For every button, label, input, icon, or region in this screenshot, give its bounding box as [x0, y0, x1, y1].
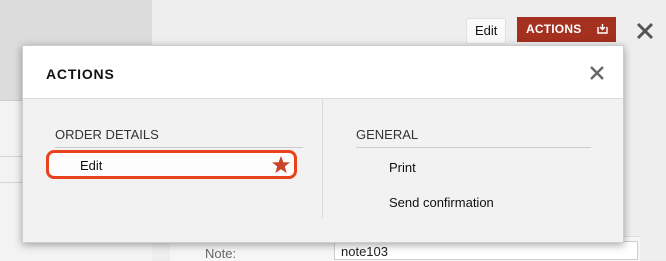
section-title-general: GENERAL	[356, 127, 419, 142]
actions-button-label: ACTIONS	[526, 22, 582, 36]
actions-button[interactable]: ACTIONS	[517, 17, 616, 42]
note-field[interactable]: note103	[334, 241, 638, 260]
close-icon[interactable]	[589, 65, 605, 81]
menu-item-print[interactable]: Print	[389, 160, 416, 175]
column-divider	[322, 98, 323, 218]
menu-item-label: Edit	[80, 158, 103, 173]
dialog-header: ACTIONS	[23, 46, 623, 99]
dialog-title: ACTIONS	[46, 66, 115, 82]
section-rule	[55, 147, 303, 148]
actions-dialog: ACTIONS ORDER DETAILS Edit GENERAL Print…	[22, 45, 624, 243]
menu-item-send-confirmation[interactable]: Send confirmation	[389, 195, 494, 210]
section-rule	[356, 147, 591, 148]
note-label: Note:	[205, 246, 237, 261]
star-icon[interactable]	[271, 155, 291, 175]
menu-item-edit[interactable]: Edit	[46, 150, 297, 179]
section-title-order-details: ORDER DETAILS	[55, 127, 159, 142]
close-icon[interactable]	[634, 17, 656, 43]
tray-icon	[597, 24, 608, 34]
edit-button[interactable]: Edit	[466, 18, 507, 44]
